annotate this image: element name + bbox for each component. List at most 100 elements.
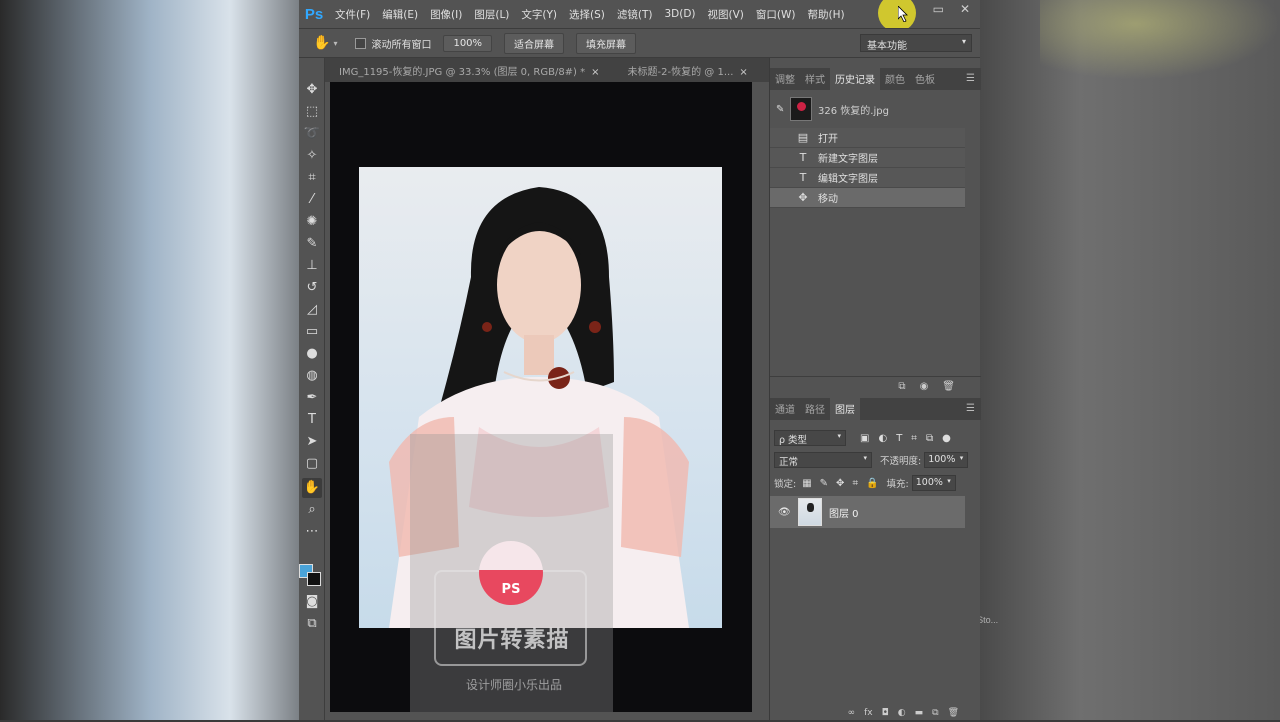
menu-help[interactable]: 帮助(H): [802, 7, 851, 22]
doc-tab[interactable]: 未标题-2-恢复的 @ 1... ×: [614, 63, 762, 78]
lock-position-icon[interactable]: ✥: [836, 478, 844, 489]
blur-tool-icon[interactable]: ●: [302, 344, 322, 364]
clone-stamp-tool-icon[interactable]: ⊥: [302, 256, 322, 276]
brush-tool-icon[interactable]: ✎: [302, 234, 322, 254]
type-tool-icon[interactable]: T: [302, 410, 322, 430]
history-step[interactable]: T 编辑文字图层: [770, 168, 965, 188]
menu-3d[interactable]: 3D(D): [658, 8, 701, 20]
lasso-tool-icon[interactable]: ➰: [302, 124, 322, 144]
opacity-field[interactable]: 100% ▾: [924, 452, 969, 468]
type-filter-icon[interactable]: T: [896, 433, 902, 444]
screen-mode-icon[interactable]: ⧉: [302, 614, 322, 634]
close-button[interactable]: ✕: [960, 2, 970, 16]
menu-select[interactable]: 选择(S): [563, 7, 611, 22]
layers-filter-row: ρ 类型 ▾ ▣ ◐ T ⌗ ⧉ ●: [774, 428, 977, 448]
camera-icon[interactable]: ◉: [920, 381, 929, 392]
lock-all-icon[interactable]: 🔒: [866, 478, 878, 489]
dodge-tool-icon[interactable]: ◍: [302, 366, 322, 386]
close-icon[interactable]: ×: [591, 67, 599, 78]
layer-filter-icons: ▣ ◐ T ⌗ ⧉ ●: [860, 433, 951, 444]
menu-edit[interactable]: 编辑(E): [376, 7, 424, 22]
history-step[interactable]: ▤ 打开: [770, 128, 965, 148]
watermark-subtitle: 设计师圈小乐出品: [465, 678, 562, 692]
magic-wand-tool-icon[interactable]: ✧: [302, 146, 322, 166]
eye-icon[interactable]: 👁: [778, 507, 792, 518]
healing-brush-tool-icon[interactable]: ✺: [302, 212, 322, 232]
blend-row: 正常 ▾ 不透明度: 100% ▾: [774, 451, 977, 469]
lock-pixels-icon[interactable]: ✎: [820, 478, 828, 489]
smart-object-filter-icon[interactable]: ⧉: [926, 433, 933, 444]
zoom-100-button[interactable]: 100%: [443, 34, 493, 52]
tab-styles[interactable]: 样式: [800, 67, 830, 90]
hand-icon[interactable]: ✋: [313, 35, 330, 51]
gradient-tool-icon[interactable]: ▭: [302, 322, 322, 342]
tab-adjustments[interactable]: 调整: [770, 67, 800, 90]
menu-file[interactable]: 文件(F): [329, 7, 376, 22]
tab-history[interactable]: 历史记录: [830, 67, 880, 90]
layer-thumbnail: [798, 498, 822, 526]
fit-screen-button[interactable]: 适合屏幕: [504, 32, 565, 54]
menu-bar: Ps 文件(F) 编辑(E) 图像(I) 图层(L) 文字(Y) 选择(S) 滤…: [299, 0, 980, 32]
shape-filter-icon[interactable]: ⌗: [911, 433, 917, 444]
lock-icons: ▦ ✎ ✥ ⌗ 🔒: [802, 478, 878, 489]
hand-tool-icon[interactable]: ✋: [302, 478, 322, 498]
tab-layers[interactable]: 图层: [830, 397, 860, 420]
trash-icon[interactable]: 🗑: [942, 381, 955, 392]
history-step[interactable]: T 新建文字图层: [770, 148, 965, 168]
more-tools-icon[interactable]: ⋯: [302, 522, 322, 542]
menu-type[interactable]: 文字(Y): [515, 7, 563, 22]
move-tool-icon[interactable]: ✥: [302, 80, 322, 100]
fill-field[interactable]: 100% ▾: [911, 475, 956, 491]
close-icon[interactable]: ×: [739, 67, 747, 78]
history-brush-tool-icon[interactable]: ↺: [302, 278, 322, 298]
tools-panel: ✥ ⬚ ➰ ✧ ⌗ ⁄ ✺ ✎ ⊥ ↺ ◿ ▭ ● ◍ ✒ T ➤ ▢ ✋ ⌕ …: [299, 58, 325, 720]
type-icon: T: [799, 171, 807, 184]
lock-row: 锁定: ▦ ✎ ✥ ⌗ 🔒 填充: 100% ▾: [774, 474, 977, 492]
panel-menu-icon[interactable]: ☰: [966, 403, 975, 414]
eraser-tool-icon[interactable]: ◿: [302, 300, 322, 320]
scroll-all-windows-checkbox[interactable]: [355, 37, 367, 49]
background-color-swatch[interactable]: [307, 572, 321, 586]
eyedropper-tool-icon[interactable]: ⁄: [302, 190, 322, 210]
minimize-button[interactable]: ▭: [933, 2, 944, 16]
pixel-filter-icon[interactable]: ▣: [860, 433, 869, 444]
tab-color[interactable]: 颜色: [880, 67, 910, 90]
doc-tab[interactable]: IMG_1195-恢复的.JPG @ 33.3% (图层 0, RGB/8#) …: [325, 63, 614, 78]
marquee-tool-icon[interactable]: ⬚: [302, 102, 322, 122]
history-step-label: 打开: [818, 134, 838, 145]
menu-view[interactable]: 视图(V): [702, 7, 750, 22]
watermark-title: 图片转素描: [454, 628, 570, 653]
filter-toggle-icon[interactable]: ●: [942, 433, 951, 444]
path-selection-tool-icon[interactable]: ➤: [302, 432, 322, 452]
zoom-tool-icon[interactable]: ⌕: [302, 500, 322, 520]
tab-paths[interactable]: 路径: [800, 397, 830, 420]
mouse-cursor-icon: [898, 6, 908, 22]
kind-filter-select[interactable]: ρ 类型 ▾: [774, 430, 846, 446]
history-snapshot[interactable]: ✎ 326 恢复的.jpg: [770, 95, 981, 123]
blend-mode-select[interactable]: 正常 ▾: [774, 452, 872, 468]
adjustment-filter-icon[interactable]: ◐: [878, 433, 887, 444]
menu-window[interactable]: 窗口(W): [750, 7, 802, 22]
rectangle-tool-icon[interactable]: ▢: [302, 454, 322, 474]
pen-tool-icon[interactable]: ✒: [302, 388, 322, 408]
layer-row[interactable]: 👁 图层 0: [770, 496, 965, 528]
menu-layer[interactable]: 图层(L): [468, 7, 515, 22]
menu-image[interactable]: 图像(I): [424, 7, 468, 22]
tab-channels[interactable]: 通道: [770, 397, 800, 420]
quick-mask-icon[interactable]: ◙: [302, 592, 322, 612]
panel-menu-icon[interactable]: ☰: [966, 73, 975, 84]
lock-transparent-icon[interactable]: ▦: [802, 478, 811, 489]
tab-swatches[interactable]: 色板: [910, 67, 940, 90]
history-step[interactable]: ✥ 移动: [770, 188, 965, 208]
new-document-from-state-icon[interactable]: ⧉: [898, 381, 905, 392]
history-footer: ⧉ ◉ 🗑: [770, 376, 981, 396]
opacity-label: 不透明度:: [880, 456, 922, 467]
crop-tool-icon[interactable]: ⌗: [302, 168, 322, 188]
chevron-down-icon[interactable]: ▾: [333, 39, 337, 48]
document-tabs: IMG_1195-恢复的.JPG @ 33.3% (图层 0, RGB/8#) …: [325, 58, 769, 82]
menu-filter[interactable]: 滤镜(T): [611, 7, 659, 22]
workspace-select[interactable]: 基本功能 ▾: [860, 34, 972, 52]
history-brush-source-icon[interactable]: ✎: [776, 104, 784, 115]
fill-screen-button[interactable]: 填充屏幕: [576, 32, 637, 54]
lock-artboard-icon[interactable]: ⌗: [852, 478, 858, 489]
